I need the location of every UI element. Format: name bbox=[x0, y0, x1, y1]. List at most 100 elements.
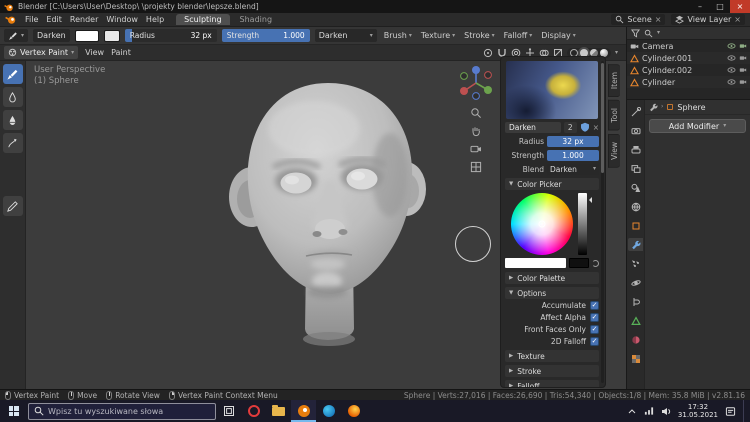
network-icon[interactable] bbox=[644, 406, 654, 416]
menu-file[interactable]: File bbox=[25, 15, 38, 24]
tab-output-properties[interactable] bbox=[628, 143, 643, 156]
menu-help[interactable]: Help bbox=[146, 15, 164, 24]
primary-color-swatch[interactable] bbox=[75, 30, 99, 42]
view-layer-unlink-icon[interactable]: × bbox=[734, 15, 741, 24]
minimize-button[interactable]: – bbox=[690, 0, 710, 13]
blend-mode-dropdown[interactable]: Darken ▾ bbox=[315, 29, 377, 42]
outliner-display-mode-chevron-icon[interactable]: ▾ bbox=[657, 30, 660, 36]
secondary-color-swatch-panel[interactable] bbox=[569, 258, 589, 268]
start-button[interactable] bbox=[0, 400, 27, 422]
navigation-gizmo[interactable] bbox=[456, 63, 496, 103]
popover-brush[interactable]: Brush▾ bbox=[382, 31, 414, 40]
shading-options-chevron-icon[interactable]: ▾ bbox=[615, 50, 618, 56]
texture-section-header[interactable]: ▶ Texture bbox=[505, 350, 599, 362]
mode-dropdown[interactable]: Vertex Paint ▾ bbox=[4, 46, 78, 59]
sidebar-tab-tool[interactable]: Tool bbox=[608, 100, 620, 131]
eye-visibility-icon[interactable] bbox=[727, 54, 736, 62]
render-visibility-icon[interactable] bbox=[739, 66, 747, 74]
scene-unlink-icon[interactable]: × bbox=[655, 15, 662, 24]
workspace-tab-sculpting[interactable]: Sculpting bbox=[176, 14, 229, 25]
popover-falloff[interactable]: Falloff▾ bbox=[502, 31, 535, 40]
popover-texture[interactable]: Texture▾ bbox=[419, 31, 457, 40]
blender-logo-icon[interactable] bbox=[5, 14, 17, 25]
pan-hand-icon[interactable] bbox=[470, 125, 482, 137]
falloff-2d-checkbox[interactable]: ✓ bbox=[590, 337, 599, 346]
active-color-swatch[interactable] bbox=[505, 258, 566, 268]
brush-name-field[interactable]: Darken bbox=[505, 122, 561, 133]
tab-object-data-properties[interactable] bbox=[628, 314, 643, 327]
affect-alpha-checkbox[interactable]: ✓ bbox=[590, 313, 599, 322]
brush-preview-image[interactable] bbox=[506, 61, 598, 119]
show-desktop-button[interactable] bbox=[743, 400, 747, 422]
tab-tool-properties[interactable] bbox=[628, 105, 643, 118]
hue-saturation-wheel[interactable] bbox=[511, 193, 573, 255]
viewport-menu-paint[interactable]: Paint bbox=[111, 48, 131, 57]
render-visibility-icon[interactable] bbox=[739, 54, 747, 62]
outliner-row-camera[interactable]: Camera bbox=[627, 40, 750, 52]
tool-blur-button[interactable] bbox=[3, 87, 23, 107]
taskbar-clock[interactable]: 17:32 31.05.2021 bbox=[678, 403, 718, 419]
filter-funnel-icon[interactable] bbox=[631, 29, 640, 38]
task-view-button[interactable] bbox=[216, 400, 241, 422]
brush-users-count-button[interactable]: 2 bbox=[564, 122, 577, 133]
active-tool-dropdown[interactable]: ▾ bbox=[4, 29, 28, 42]
tab-material-properties[interactable] bbox=[628, 333, 643, 346]
panel-strength-slider[interactable]: 1.000 bbox=[547, 150, 599, 161]
tray-chevron-up-icon[interactable] bbox=[627, 407, 637, 416]
eye-visibility-icon[interactable] bbox=[727, 78, 736, 86]
value-slider-bar[interactable] bbox=[578, 193, 587, 255]
menu-render[interactable]: Render bbox=[70, 15, 98, 24]
taskbar-blender-button[interactable] bbox=[291, 400, 316, 422]
tab-constraint-properties[interactable] bbox=[628, 295, 643, 308]
tab-particle-properties[interactable] bbox=[628, 257, 643, 270]
taskbar-opera-button[interactable] bbox=[241, 400, 266, 422]
options-section-header[interactable]: ▼ Options bbox=[505, 287, 599, 299]
sidebar-tab-view[interactable]: View bbox=[608, 134, 620, 168]
color-picker-section-header[interactable]: ▼ Color Picker bbox=[505, 178, 599, 190]
secondary-color-swatch[interactable] bbox=[104, 30, 120, 42]
tab-modifier-properties[interactable] bbox=[628, 238, 643, 251]
tab-view-layer-properties[interactable] bbox=[628, 162, 643, 175]
zoom-icon[interactable] bbox=[470, 107, 482, 119]
close-button[interactable]: × bbox=[730, 0, 750, 13]
stroke-section-header[interactable]: ▶ Stroke bbox=[505, 365, 599, 377]
sidebar-tab-item[interactable]: Item bbox=[608, 64, 620, 97]
panel-scrollbar-thumb[interactable] bbox=[601, 63, 604, 173]
tab-physics-properties[interactable] bbox=[628, 276, 643, 289]
strength-slider[interactable]: Strength 1.000 bbox=[222, 29, 310, 42]
view-layer-selector[interactable]: View Layer × bbox=[671, 14, 745, 25]
taskbar-edge-button[interactable] bbox=[316, 400, 341, 422]
radius-slider[interactable]: Radius 32 px bbox=[125, 29, 217, 42]
workspace-tab-shading[interactable]: Shading bbox=[232, 14, 281, 25]
popover-stroke[interactable]: Stroke▾ bbox=[462, 31, 497, 40]
action-center-icon[interactable] bbox=[725, 406, 736, 417]
unlink-brush-icon[interactable]: × bbox=[593, 123, 599, 132]
outliner-row-cylinder[interactable]: Cylinder bbox=[627, 76, 750, 88]
tab-render-properties[interactable] bbox=[628, 124, 643, 137]
front-faces-checkbox[interactable]: ✓ bbox=[590, 325, 599, 334]
render-visibility-icon[interactable] bbox=[739, 78, 747, 86]
tool-smear-button[interactable] bbox=[3, 133, 23, 153]
tool-average-button[interactable] bbox=[3, 110, 23, 130]
search-icon[interactable] bbox=[644, 29, 653, 38]
menu-edit[interactable]: Edit bbox=[46, 15, 62, 24]
outliner-row-cylinder-001[interactable]: Cylinder.001 bbox=[627, 52, 750, 64]
add-modifier-button[interactable]: Add Modifier ▾ bbox=[649, 119, 746, 133]
eye-visibility-icon[interactable] bbox=[727, 42, 736, 50]
viewport-menu-view[interactable]: View bbox=[85, 48, 104, 57]
popover-display[interactable]: Display▾ bbox=[539, 31, 578, 40]
menu-window[interactable]: Window bbox=[106, 15, 138, 24]
tab-object-properties[interactable] bbox=[628, 219, 643, 232]
falloff-section-header[interactable]: ▶ Falloff bbox=[505, 380, 599, 388]
volume-icon[interactable] bbox=[661, 406, 671, 416]
pivot-point-icon[interactable] bbox=[483, 48, 493, 58]
window-titlebar[interactable]: Blender [C:\Users\User\Desktop\ \projekt… bbox=[0, 0, 750, 13]
panel-blend-dropdown[interactable]: Darken ▾ bbox=[547, 164, 599, 175]
brush-datablock-selector[interactable]: Darken bbox=[33, 29, 70, 42]
taskbar-search-box[interactable] bbox=[28, 403, 216, 420]
tab-world-properties[interactable] bbox=[628, 200, 643, 213]
swap-colors-icon[interactable] bbox=[592, 260, 599, 267]
accumulate-checkbox[interactable]: ✓ bbox=[590, 301, 599, 310]
taskbar-search-input[interactable] bbox=[48, 407, 210, 416]
tab-scene-properties[interactable] bbox=[628, 181, 643, 194]
